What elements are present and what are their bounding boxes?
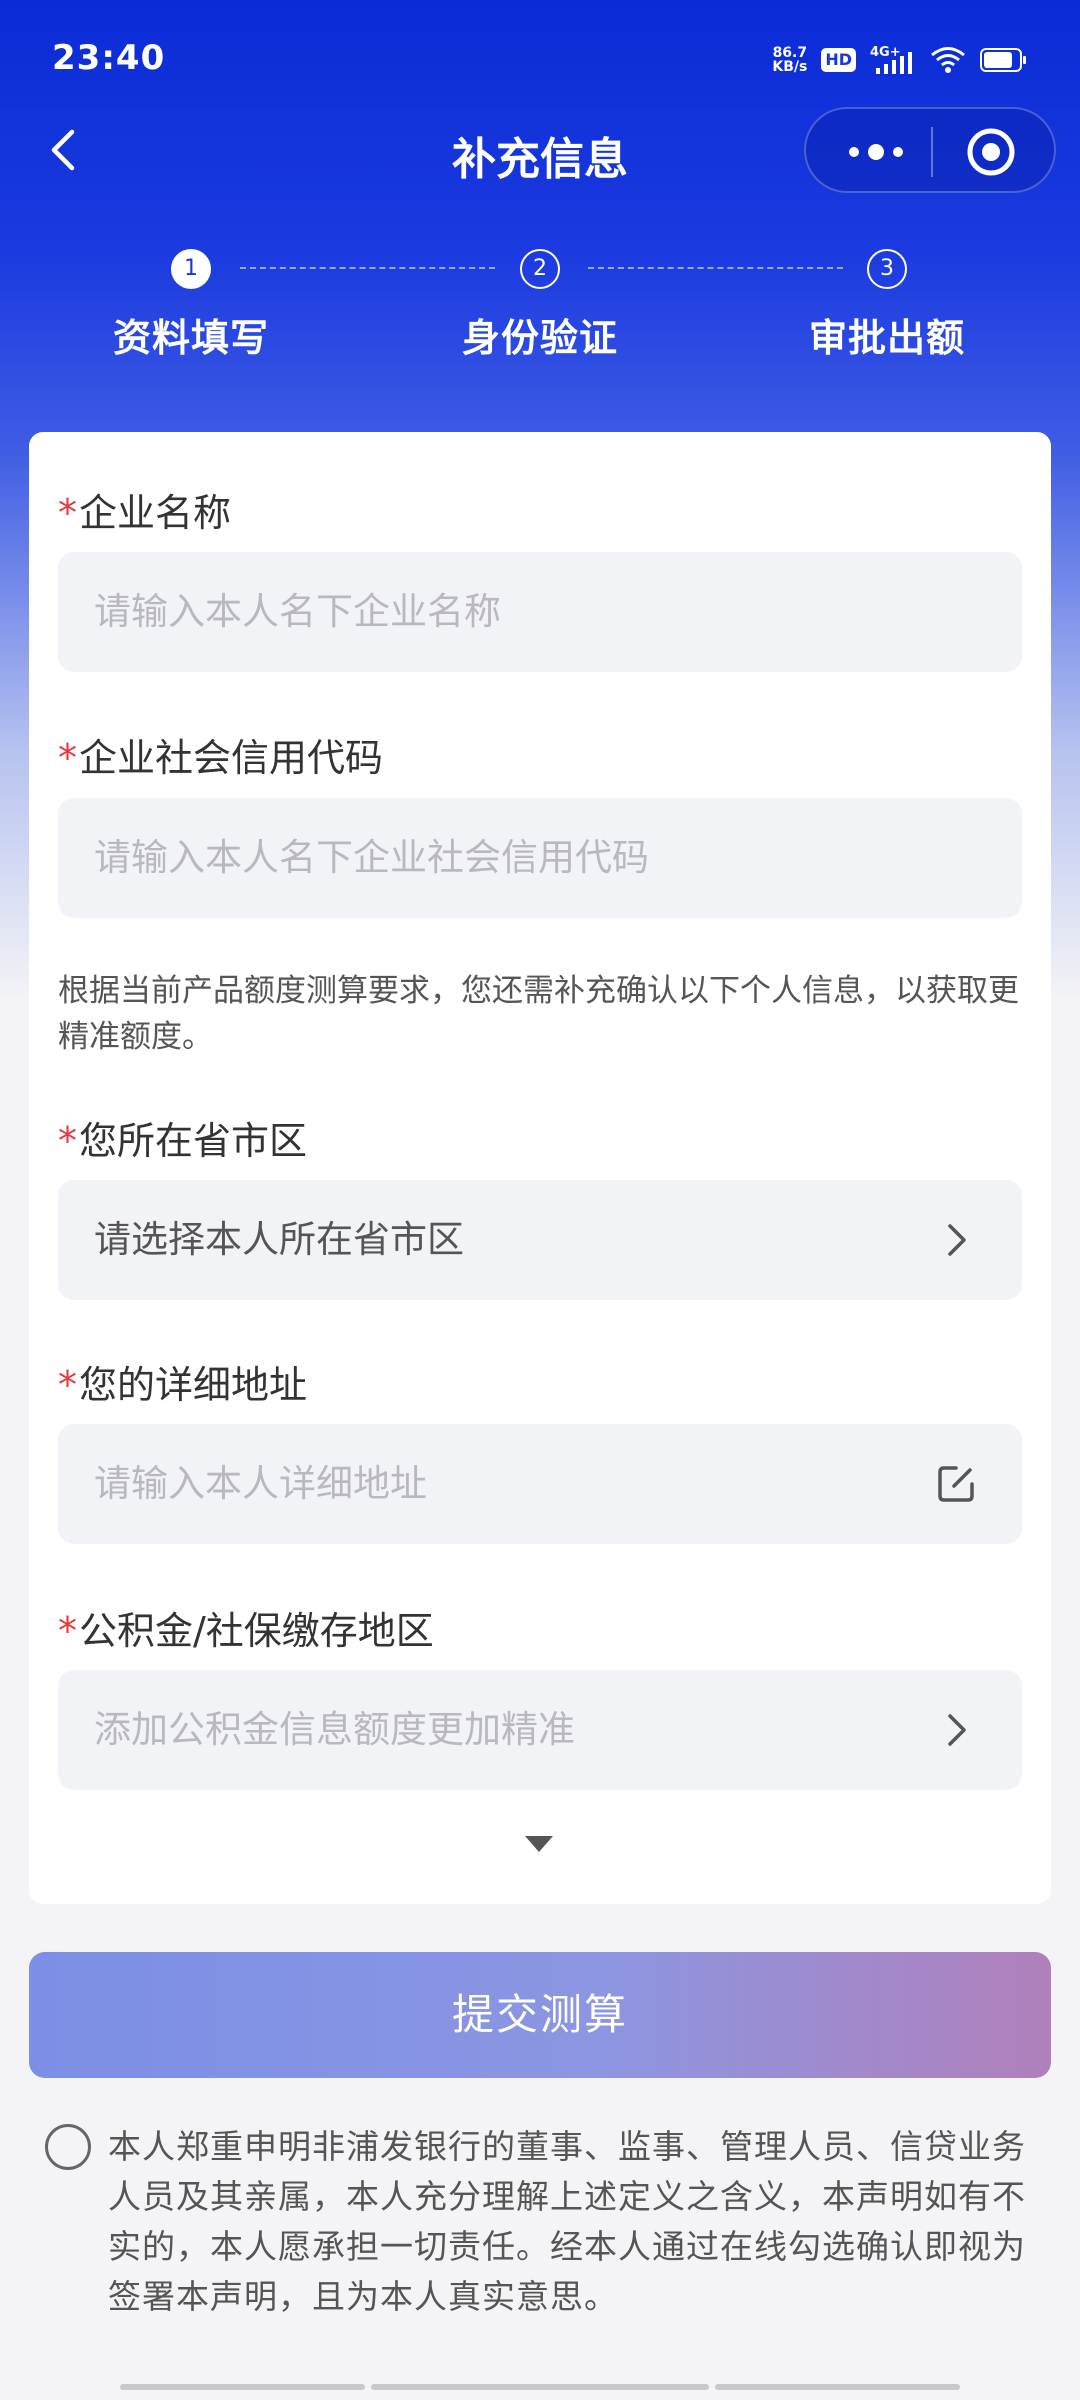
company-name-label: *企业名称 [58,491,232,535]
fund-region-placeholder: 添加公积金信息额度更加精准 [94,1708,575,1751]
signal-icon: 4G+ [870,45,912,74]
chevron-right-icon [948,1714,966,1746]
svg-text:4G+: 4G+ [870,45,901,60]
mini-program-capsule [804,107,1056,193]
credit-code-placeholder: 请输入本人名下企业社会信用代码 [94,836,649,879]
triangle-down-icon[interactable] [523,1833,555,1855]
chevron-right-icon [948,1224,966,1256]
step-label: 审批出额 [808,316,965,360]
status-time: 23:40 [52,38,166,78]
region-select[interactable]: 请选择本人所在省市区 [58,1180,1022,1300]
home-indicator [120,2384,365,2390]
credit-code-label: *企业社会信用代码 [58,736,384,780]
home-indicator [715,2384,960,2390]
capsule-divider [931,127,933,177]
step-number: 1 [171,249,211,289]
more-dots-icon [849,144,903,160]
progress-steps: 1 资料填写 2 身份验证 3 审批出额 [0,245,1080,365]
address-input[interactable]: 请输入本人详细地址 [58,1424,1022,1544]
fund-region-select[interactable]: 添加公积金信息额度更加精准 [58,1670,1022,1790]
step-approval: 3 审批出额 [757,245,1017,362]
fund-region-label: *公积金/社保缴存地区 [58,1609,434,1653]
network-speed: 86.7 KB/s [772,45,808,75]
required-mark: * [58,1363,77,1407]
address-placeholder: 请输入本人详细地址 [94,1462,427,1505]
company-name-placeholder: 请输入本人名下企业名称 [94,590,501,633]
more-button[interactable] [836,127,916,177]
step-identity-verify: 2 身份验证 [410,245,670,362]
required-mark: * [58,1119,77,1163]
nav-bar: 补充信息 [0,105,1080,195]
step-label: 资料填写 [112,316,269,360]
required-mark: * [58,736,77,780]
company-name-input[interactable]: 请输入本人名下企业名称 [58,552,1022,672]
required-mark: * [58,491,77,535]
agreement-text: 本人郑重申明非浦发银行的董事、监事、管理人员、信贷业务人员及其亲属，本人充分理解… [108,2127,1026,2316]
home-indicator [371,2384,709,2390]
submit-button[interactable]: 提交测算 [29,1952,1051,2078]
step-info-fill: 1 资料填写 [61,245,321,362]
step-label: 身份验证 [461,316,618,360]
region-label: *您所在省市区 [58,1119,308,1163]
status-icons: 86.7 KB/s HD 4G+ [772,40,1028,80]
step-number: 3 [867,249,907,289]
target-circle-icon [967,128,1015,176]
wifi-icon [931,47,965,73]
agreement-checkbox[interactable] [45,2124,91,2170]
edit-icon[interactable] [934,1462,978,1506]
step-number: 2 [520,249,560,289]
status-bar: 23:40 86.7 KB/s HD 4G+ [0,0,1080,120]
hd-icon: HD [821,48,856,72]
battery-icon [980,48,1026,72]
credit-code-input[interactable]: 请输入本人名下企业社会信用代码 [58,798,1022,918]
address-label: *您的详细地址 [58,1363,308,1407]
required-mark: * [58,1609,77,1653]
info-note: 根据当前产品额度测算要求，您还需补充确认以下个人信息，以获取更精准额度。 [58,973,1019,1055]
form-card: *企业名称 请输入本人名下企业名称 *企业社会信用代码 请输入本人名下企业社会信… [29,432,1051,1904]
close-button[interactable] [961,124,1021,180]
region-value: 请选择本人所在省市区 [94,1218,464,1261]
